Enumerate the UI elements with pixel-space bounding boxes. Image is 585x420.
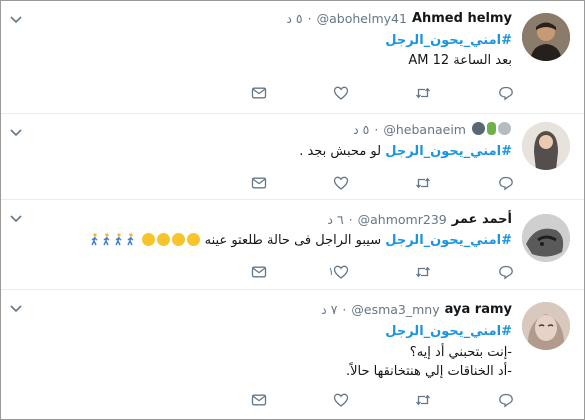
retweet-button[interactable] — [415, 85, 433, 103]
retweet-icon — [416, 266, 430, 278]
cactus-emoji — [487, 122, 496, 135]
timestamp[interactable]: ٥ د — [286, 11, 302, 27]
reply-button[interactable] — [498, 85, 516, 103]
hashtag-link[interactable]: #امني_يحون_الرجل — [385, 144, 512, 159]
retweet-icon — [416, 87, 430, 99]
tweet-card[interactable]: Ahmed helmy @abohelmy41 · ٥ د #امني_يحون… — [1, 1, 584, 114]
retweet-button[interactable] — [415, 175, 433, 193]
display-name[interactable] — [471, 122, 512, 138]
direct-message-button[interactable] — [251, 175, 269, 193]
retweet-button[interactable] — [415, 392, 433, 410]
avatar[interactable] — [522, 302, 570, 350]
envelope-icon — [251, 177, 267, 189]
tweet-header: @hebanaeim · ٥ د — [353, 122, 512, 138]
separator-dot: · — [342, 302, 347, 317]
hashtag-link[interactable]: #امني_يحون_الرجل — [385, 233, 512, 248]
tweet-card[interactable]: أحمد عمر @ahmomr239 · ٦ د #امني_يحون_الر… — [1, 200, 584, 290]
tweet-text: #امني_يحون_الرجل سيبو الراجل فى حالة طلع… — [88, 232, 512, 250]
tweet-body: سيبو الراجل فى حالة طلعتو عينه — [204, 233, 382, 248]
username[interactable]: @hebanaeim — [383, 122, 466, 138]
heart-icon — [333, 176, 349, 190]
display-name[interactable]: Ahmed helmy — [412, 11, 512, 27]
envelope-icon — [251, 87, 267, 99]
chevron-down-icon[interactable] — [9, 302, 23, 316]
retweet-icon — [416, 177, 430, 189]
tweet-card[interactable]: @hebanaeim · ٥ د #امني_يحون_الرجل لو محب… — [1, 114, 584, 200]
like-button[interactable] — [333, 175, 351, 193]
full-moon-face-emoji — [498, 122, 511, 135]
tweet-header: Ahmed helmy @abohelmy41 · ٥ د — [286, 11, 512, 27]
username[interactable]: @ahmomr239 — [358, 212, 447, 228]
username[interactable]: @abohelmy41 — [317, 11, 407, 27]
avatar[interactable] — [522, 122, 570, 170]
chevron-down-icon[interactable] — [9, 126, 23, 140]
chevron-down-icon[interactable] — [9, 212, 23, 226]
heart-icon — [333, 393, 349, 407]
new-moon-emoji — [472, 122, 485, 135]
tweet-header: aya ramy @esma3_mny · ٧ د — [321, 302, 512, 318]
reply-button[interactable] — [498, 175, 516, 193]
heart-icon — [333, 86, 349, 100]
reply-button[interactable] — [498, 264, 516, 282]
timestamp[interactable]: ٥ د — [353, 122, 369, 138]
reply-icon — [499, 393, 513, 408]
heart-icon — [333, 265, 349, 279]
tweet-card[interactable]: aya ramy @esma3_mny · ٧ د #امني_يحون_الر… — [1, 290, 584, 419]
avatar[interactable] — [522, 214, 570, 262]
tweet-text: #امني_يحون_الرجل لو محبش بجد . — [299, 143, 512, 161]
tweet-header: أحمد عمر @ahmomr239 · ٦ د — [327, 212, 512, 228]
timeline: Ahmed helmy @abohelmy41 · ٥ د #امني_يحون… — [0, 0, 585, 420]
direct-message-button[interactable] — [251, 85, 269, 103]
tweet-body-line: -إنت بتحبني أد إيه؟ — [409, 345, 512, 360]
tweet-actions: ١ — [251, 264, 516, 282]
retweet-button[interactable] — [415, 264, 433, 282]
walking-person-emoji — [103, 233, 110, 246]
tweet-actions — [251, 392, 516, 410]
emoji-group — [88, 233, 200, 248]
display-name[interactable]: aya ramy — [445, 302, 512, 318]
envelope-icon — [251, 394, 267, 406]
direct-message-button[interactable] — [251, 392, 269, 410]
laughing-emoji — [141, 233, 155, 246]
tweet-text: #امني_يحون_الرجل — [385, 32, 512, 50]
like-button[interactable] — [333, 392, 351, 410]
laughing-emoji — [171, 233, 185, 246]
retweet-icon — [416, 394, 430, 406]
walking-person-emoji — [127, 233, 134, 246]
tweet-body: بعد الساعة 12 AM — [408, 53, 512, 68]
tweet-body-line: -أد الخناقات إلي هنتخانقها حالاً. — [345, 364, 512, 379]
separator-dot: · — [348, 212, 353, 227]
tweet-actions — [251, 85, 516, 103]
separator-dot: · — [374, 122, 379, 137]
reply-icon — [499, 86, 513, 101]
like-button[interactable] — [333, 85, 351, 103]
like-button[interactable] — [333, 264, 351, 282]
timestamp[interactable]: ٦ د — [327, 212, 343, 228]
like-count: ١ — [328, 265, 334, 278]
hashtag-link[interactable]: #امني_يحون_الرجل — [385, 33, 512, 48]
envelope-icon — [251, 266, 267, 278]
hashtag-link[interactable]: #امني_يحون_الرجل — [385, 324, 512, 339]
display-name[interactable]: أحمد عمر — [452, 212, 512, 228]
tweet-actions — [251, 175, 516, 193]
separator-dot: · — [307, 11, 312, 26]
laughing-emoji — [156, 233, 170, 246]
chevron-down-icon[interactable] — [9, 13, 23, 27]
username[interactable]: @esma3_mny — [351, 302, 439, 318]
tweet-text: #امني_يحون_الرجل — [385, 323, 512, 341]
avatar[interactable] — [522, 13, 570, 61]
reply-icon — [499, 265, 513, 280]
reply-button[interactable] — [498, 392, 516, 410]
tweet-body: لو محبش بجد . — [299, 144, 382, 159]
walking-person-emoji — [91, 233, 98, 246]
reply-icon — [499, 176, 513, 191]
grinning-emoji — [186, 233, 200, 246]
walking-person-emoji — [115, 233, 122, 246]
direct-message-button[interactable] — [251, 264, 269, 282]
timestamp[interactable]: ٧ د — [321, 302, 337, 318]
